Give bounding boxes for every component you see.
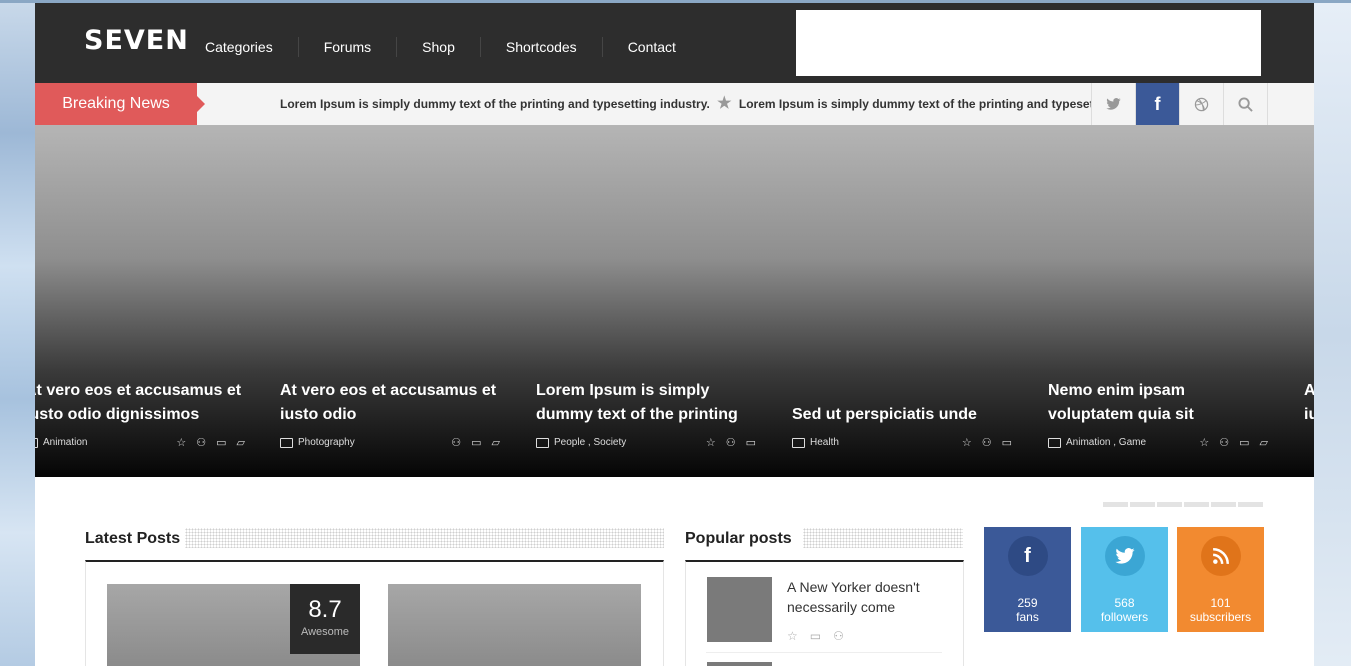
calendar-icon: ▭	[216, 437, 227, 449]
calendar-icon: ▭	[1239, 437, 1250, 449]
calendar-icon: ▭	[809, 629, 822, 643]
calendar-icon: ▭	[471, 437, 482, 449]
score-label: Awesome	[300, 626, 350, 638]
user-icon: ⚇	[1219, 437, 1230, 449]
breaking-news-label: Breaking News	[35, 83, 205, 125]
folder-icon	[1048, 437, 1061, 448]
user-icon: ⚇	[833, 629, 844, 643]
user-icon: ⚇	[981, 437, 992, 449]
rss-counter[interactable]: 101 subscribers	[1177, 527, 1264, 632]
featured-slider[interactable]: At vero eos et accusamus et iusto odio d…	[35, 125, 1314, 477]
star-icon[interactable]: ☆	[787, 629, 798, 643]
slide-title[interactable]: At vero eos et accusamus et iusto odio d…	[35, 379, 245, 427]
counter-value: 259	[1017, 596, 1038, 610]
post-meta: ☆ ▭ ⚇	[787, 629, 844, 643]
calendar-icon: ▭	[745, 437, 756, 449]
user-icon: ⚇	[725, 437, 736, 449]
slide-meta: People , Society ☆ ⚇ ▭	[536, 436, 756, 449]
nav-forums[interactable]: Forums	[297, 37, 396, 57]
popular-posts-title: Popular posts	[685, 530, 792, 547]
slide-meta: Animation ☆ ⚇ ▭ ▱	[35, 436, 245, 449]
slide-title[interactable]: At iu	[1304, 379, 1314, 427]
twitter-counter[interactable]: 568 followers	[1081, 527, 1168, 632]
main-nav: Categories Forums Shop Shortcodes Contac…	[205, 37, 701, 57]
comment-icon: ▱	[1259, 437, 1268, 449]
star-icon[interactable]: ☆	[962, 436, 972, 449]
post-thumbnail[interactable]	[388, 584, 641, 666]
popular-post-title[interactable]: A New Yorker doesn't necessarily come	[787, 577, 957, 617]
divider	[706, 652, 942, 653]
slide-title[interactable]: At vero eos et accusamus et iusto odio	[280, 379, 500, 427]
slide-item[interactable]: Sed ut perspiciatis unde Health ☆ ⚇ ▭	[792, 379, 1012, 449]
slide-meta: Health ☆ ⚇ ▭	[792, 436, 1012, 449]
slide-meta: Animation , Game ☆ ⚇ ▭ ▱	[1048, 436, 1268, 449]
twitter-icon	[1104, 536, 1145, 576]
facebook-counter[interactable]: f 259 fans	[984, 527, 1071, 632]
slide-category[interactable]: Photography	[298, 437, 355, 448]
post-thumbnail[interactable]	[707, 577, 772, 642]
header-social-links: f	[1091, 83, 1268, 125]
slide-category[interactable]: People , Society	[554, 437, 626, 448]
star-icon[interactable]: ☆	[1199, 436, 1209, 449]
review-score-badge: 8.7 Awesome	[290, 584, 360, 654]
site-logo[interactable]: SEVEN	[84, 25, 189, 56]
latest-posts-title: Latest Posts	[85, 530, 181, 547]
folder-icon	[35, 437, 38, 448]
breaking-news-bar: Breaking News Lorem Ipsum is simply dumm…	[35, 83, 1314, 126]
news-ticker[interactable]: Lorem Ipsum is simply dummy text of the …	[280, 83, 1092, 125]
folder-icon	[792, 437, 805, 448]
folder-icon	[280, 437, 293, 448]
slide-item[interactable]: Lorem Ipsum is simply dummy text of the …	[536, 379, 756, 449]
star-icon: ★	[717, 95, 732, 112]
slide-meta: Photography ⚇ ▭ ▱	[280, 436, 500, 449]
title-decoration	[803, 528, 963, 548]
star-icon[interactable]: ☆	[706, 436, 716, 449]
ticker-item[interactable]: Lorem Ipsum is simply dummy text of the …	[280, 97, 710, 111]
slide-category[interactable]: Animation	[43, 437, 87, 448]
ticker-item[interactable]: Lorem Ipsum is simply dummy text of the …	[739, 97, 1092, 111]
site-header: SEVEN Categories Forums Shop Shortcodes …	[35, 3, 1314, 83]
slide-title[interactable]: Nemo enim ipsam voluptatem quia sit	[1048, 379, 1268, 427]
folder-icon	[536, 437, 549, 448]
rss-icon	[1200, 536, 1241, 576]
slide-item[interactable]: At iu	[1304, 379, 1314, 427]
tab-indicators	[1103, 502, 1263, 507]
nav-shop[interactable]: Shop	[396, 37, 480, 57]
title-decoration	[185, 528, 664, 548]
slide-category[interactable]: Health	[810, 437, 839, 448]
slide-item[interactable]: At vero eos et accusamus et iusto odio d…	[35, 379, 245, 449]
comment-icon: ▱	[491, 437, 500, 449]
counter-value: 101	[1210, 596, 1231, 610]
counter-label: fans	[1016, 610, 1039, 624]
comment-icon: ▱	[236, 437, 245, 449]
facebook-icon: f	[1007, 536, 1048, 576]
slide-item[interactable]: At vero eos et accusamus et iusto odio P…	[280, 379, 500, 449]
score-value: 8.7	[308, 596, 342, 623]
slide-title[interactable]: Sed ut perspiciatis unde	[792, 379, 1012, 427]
header-ad-banner[interactable]	[796, 10, 1261, 76]
page: SEVEN Categories Forums Shop Shortcodes …	[35, 3, 1314, 666]
dribbble-icon[interactable]	[1179, 83, 1223, 125]
slide-category[interactable]: Animation , Game	[1066, 437, 1146, 448]
user-icon: ⚇	[451, 437, 462, 449]
counter-label: followers	[1100, 610, 1149, 624]
calendar-icon: ▭	[1001, 437, 1012, 449]
nav-contact[interactable]: Contact	[601, 37, 701, 57]
counter-value: 568	[1114, 596, 1135, 610]
counter-label: subscribers	[1189, 610, 1252, 624]
nav-shortcodes[interactable]: Shortcodes	[479, 37, 602, 57]
desktop-background	[1314, 3, 1351, 666]
post-thumbnail[interactable]	[707, 662, 772, 666]
facebook-icon[interactable]: f	[1135, 83, 1179, 125]
nav-categories[interactable]: Categories	[205, 37, 298, 57]
star-icon[interactable]: ☆	[176, 436, 186, 449]
twitter-icon[interactable]	[1091, 83, 1135, 125]
slide-item[interactable]: Nemo enim ipsam voluptatem quia sit Anim…	[1048, 379, 1268, 449]
slide-title[interactable]: Lorem Ipsum is simply dummy text of the …	[536, 379, 756, 427]
search-icon[interactable]	[1223, 83, 1268, 125]
user-icon: ⚇	[196, 437, 207, 449]
